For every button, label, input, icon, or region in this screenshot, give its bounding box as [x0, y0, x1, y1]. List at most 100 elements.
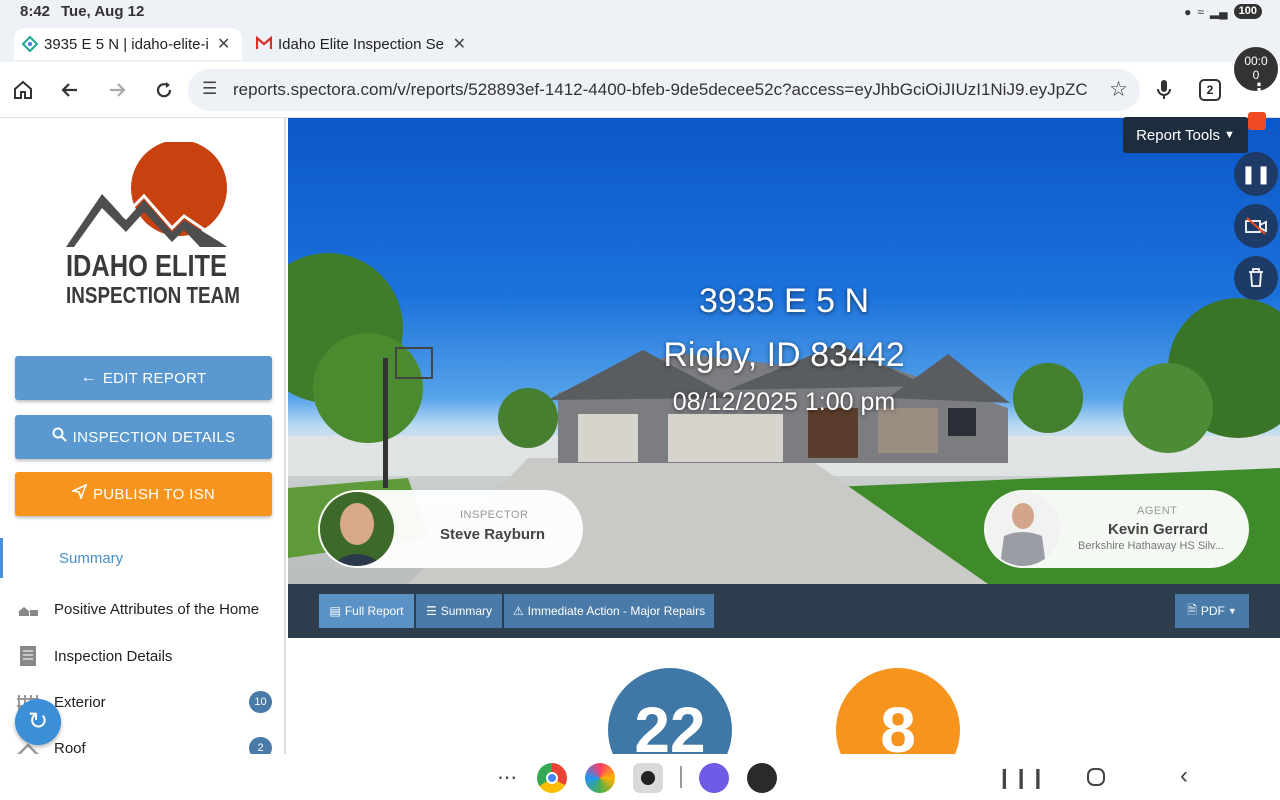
publish-label: PUBLISH TO ISN — [92, 485, 216, 503]
spectora-favicon-icon — [21, 35, 39, 53]
pdf-label: PDF — [1200, 604, 1225, 618]
house-icon — [16, 598, 40, 620]
pause-icon: ❚❚ — [1240, 164, 1272, 184]
warning-icon: ⚠ — [512, 604, 524, 618]
back-icon[interactable] — [56, 76, 84, 104]
home-button-icon[interactable] — [1087, 768, 1105, 786]
inspection-datetime: 08/12/2025 1:00 pm — [672, 388, 896, 416]
search-icon — [52, 427, 67, 447]
site-settings-icon[interactable]: ☰ — [202, 79, 217, 99]
app-drawer-icon[interactable]: ⋯ — [497, 765, 517, 790]
agent-card[interactable]: AGENT Kevin Gerrard Berkshire Hathaway H… — [984, 490, 1249, 568]
report-view-nav: ▤ Full Report ☰ Summary ⚠ Immediate Acti… — [288, 584, 1280, 638]
sidebar-item-label: Exterior — [54, 693, 106, 711]
tab-label: Summary — [440, 604, 493, 618]
wifi-icon: ≈ — [1197, 4, 1204, 19]
forward-icon[interactable] — [103, 76, 131, 104]
status-icons: ● ≈ ▂▄ 100 — [1184, 4, 1262, 19]
clipboard-icon — [16, 645, 40, 667]
date: Tue, Aug 12 — [61, 3, 145, 20]
inspection-details-button[interactable]: INSPECTION DETAILS — [15, 415, 272, 459]
browser-tab-strip: 3935 E 5 N | idaho-elite-i ✕ Idaho Elite… — [0, 26, 1280, 81]
camera-off-button[interactable] — [1234, 204, 1278, 248]
spectora-app-icon[interactable] — [747, 763, 777, 793]
camera-off-icon — [1245, 217, 1267, 235]
report-tools-button[interactable]: Report Tools ▼ — [1123, 117, 1248, 153]
publish-to-isn-button[interactable]: PUBLISH TO ISN — [15, 472, 272, 516]
agent-avatar — [986, 492, 1060, 566]
sidebar-item-label: Roof — [54, 739, 86, 755]
sidebar-item-summary[interactable]: Summary — [0, 538, 284, 578]
camera-app-icon[interactable] — [633, 763, 663, 793]
browser-tab-report[interactable]: 3935 E 5 N | idaho-elite-i ✕ — [14, 28, 242, 60]
signal-icon: ▂▄ — [1209, 4, 1228, 19]
logo-subtitle: INSPECTION TEAM — [66, 282, 240, 308]
tab-switcher-button[interactable]: 2 — [1199, 79, 1221, 101]
clock: 8:42 — [20, 3, 51, 20]
tab-immediate-action[interactable]: ⚠ Immediate Action - Major Repairs — [504, 594, 714, 628]
logo-title: IDAHO ELITE — [66, 248, 228, 283]
gmail-favicon-icon — [255, 35, 273, 52]
arrow-left-icon: ← — [80, 369, 97, 386]
edit-report-button[interactable]: ← EDIT REPORT — [15, 356, 272, 400]
bookmark-star-icon[interactable]: ☆ — [1109, 77, 1128, 102]
recent-apps-icon[interactable]: ❙❙❙ — [996, 765, 1046, 790]
address-line-2: Rigby, ID 83442 — [663, 336, 905, 374]
edit-report-label: EDIT REPORT — [102, 369, 207, 387]
inspector-name: Steve Rayburn — [440, 526, 546, 543]
sync-button[interactable]: ↻ — [15, 699, 61, 745]
nav-divider — [680, 766, 682, 788]
status-bar: 8:42 Tue, Aug 12 ● ≈ ▂▄ 100 — [0, 0, 1280, 26]
tab-title: 3935 E 5 N | idaho-elite-i — [44, 35, 209, 53]
tab-title: Idaho Elite Inspection Se — [278, 35, 444, 53]
back-button-icon[interactable]: ‹ — [1180, 762, 1188, 790]
home-icon[interactable] — [9, 76, 37, 104]
tab-label: Immediate Action - Major Repairs — [527, 604, 706, 618]
list-icon: ☰ — [425, 604, 437, 618]
issue-count-badge: 10 — [249, 691, 272, 713]
tab-full-report[interactable]: ▤ Full Report — [319, 594, 414, 628]
more-options-icon[interactable]: ⋮ — [1250, 80, 1268, 101]
android-navigation-bar: ⋯ ❙❙❙ ‹ — [0, 754, 1280, 800]
close-tab-icon[interactable]: ✕ — [453, 34, 466, 54]
gallery-app-icon[interactable] — [585, 763, 615, 793]
inspector-avatar — [320, 492, 394, 566]
sidebar-item-label: Positive Attributes of the Home — [54, 600, 260, 618]
chrome-app-icon[interactable] — [537, 763, 567, 793]
report-sidebar: IDAHO ELITE INSPECTION TEAM ← EDIT REPOR… — [0, 118, 286, 754]
reload-icon[interactable] — [150, 76, 178, 104]
stop-recording-icon[interactable] — [1248, 112, 1266, 130]
paper-plane-icon — [70, 483, 88, 504]
agent-company: Berkshire Hathaway HS Silv... — [1078, 540, 1224, 552]
browser-tab-gmail[interactable]: Idaho Elite Inspection Se ✕ — [248, 28, 474, 60]
recorder-app-icon[interactable] — [699, 763, 729, 793]
sidebar-item-label: Inspection Details — [54, 647, 173, 665]
inspector-card[interactable]: INSPECTOR Steve Rayburn — [318, 490, 583, 568]
sidebar-item-label: Summary — [59, 549, 124, 567]
sidebar-item-positive-attributes[interactable]: Positive Attributes of the Home — [0, 589, 284, 629]
address-bar[interactable]: ☰ reports.spectora.com/v/reports/528893e… — [188, 69, 1140, 111]
report-cover: 3935 E 5 N Rigby, ID 83442 08/12/2025 1:… — [288, 118, 1280, 584]
address-line-1: 3935 E 5 N — [698, 282, 870, 320]
pdf-file-icon: 🗎 — [1187, 602, 1197, 617]
browser-toolbar: ☰ reports.spectora.com/v/reports/528893e… — [0, 62, 1280, 118]
inspector-role: INSPECTOR — [460, 509, 529, 521]
tab-label: Full Report — [344, 604, 404, 618]
timer-line-1: 00:0 — [1244, 54, 1268, 68]
sidebar-item-inspection-details[interactable]: Inspection Details — [0, 636, 284, 676]
agent-name: Kevin Gerrard — [1108, 521, 1209, 538]
caret-down-icon: ▼ — [1227, 606, 1237, 616]
pause-recording-button[interactable]: ❚❚ — [1234, 152, 1278, 196]
delete-recording-button[interactable] — [1234, 256, 1278, 300]
tab-summary[interactable]: ☰ Summary — [416, 594, 502, 628]
document-icon: ▤ — [329, 604, 341, 618]
url-text: reports.spectora.com/v/reports/528893ef-… — [233, 80, 1088, 99]
microphone-icon[interactable] — [1150, 76, 1178, 104]
close-tab-icon[interactable]: ✕ — [217, 34, 230, 54]
pdf-download-button[interactable]: 🗎 PDF ▼ — [1175, 594, 1249, 628]
refresh-icon: ↻ — [27, 708, 49, 735]
issue-count-badge: 2 — [249, 737, 272, 754]
report-tools-label: Report Tools — [1136, 126, 1221, 144]
trash-icon — [1249, 268, 1263, 287]
agent-role: AGENT — [1137, 505, 1178, 517]
